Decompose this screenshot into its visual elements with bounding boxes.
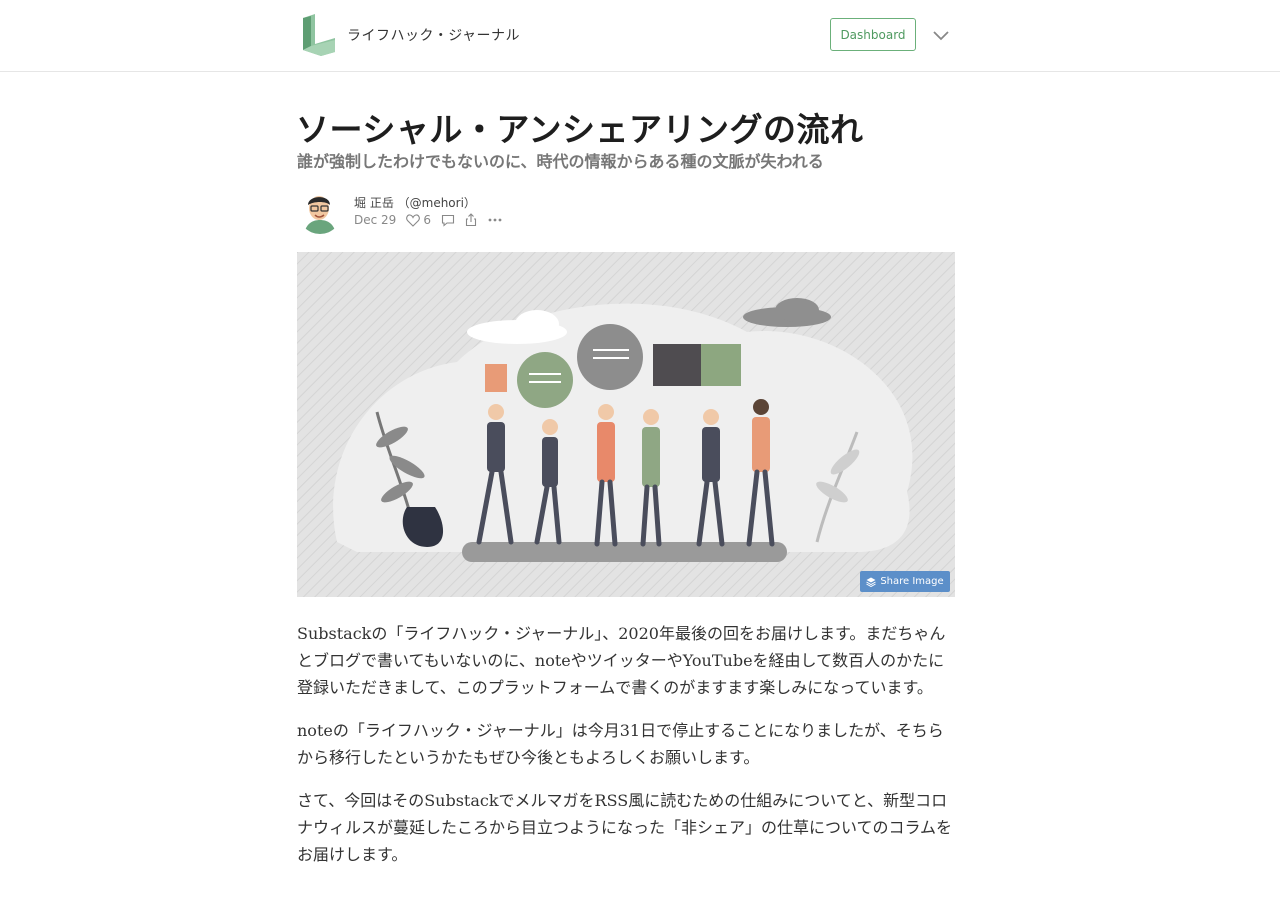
article-subtitle: 誰が強制したわけでもないのに、時代の情報からある種の文脈が失われる — [297, 152, 824, 171]
author-avatar[interactable] — [298, 190, 342, 234]
post-meta: Dec 29 6 — [354, 211, 513, 229]
like-count: 6 — [423, 213, 431, 227]
like-button[interactable]: 6 — [406, 213, 431, 227]
share-button[interactable] — [465, 213, 477, 227]
share-icon — [465, 213, 477, 227]
more-icon — [488, 218, 502, 222]
layers-icon — [866, 577, 877, 587]
share-image-button[interactable]: Share Image — [860, 571, 950, 592]
paragraph: Substackの「ライフハック・ジャーナル」、2020年最後の回をお届けします… — [297, 624, 946, 697]
top-bar: ライフハック・ジャーナル Dashboard — [0, 0, 1280, 72]
article-title: ソーシャル・アンシェアリングの流れ — [296, 110, 864, 149]
hero-image — [297, 252, 955, 597]
post-date: Dec 29 — [354, 213, 397, 227]
comment-button[interactable] — [441, 214, 455, 227]
author-name[interactable]: 堀 正岳 （@mehori） — [354, 194, 476, 211]
publication-name[interactable]: ライフハック・ジャーナル — [347, 25, 520, 45]
dashboard-button[interactable]: Dashboard — [830, 18, 916, 51]
heart-icon — [406, 213, 421, 227]
more-button[interactable] — [487, 217, 503, 223]
paragraph: noteの「ライフハック・ジャーナル」は今月31日で停止することになりましたが、… — [297, 721, 944, 767]
paragraph: さて、今回はそのSubstackでメルマガをRSS風に読むための仕組みについてと… — [297, 791, 953, 864]
logo-icon[interactable] — [301, 14, 337, 56]
chevron-down-icon[interactable] — [932, 28, 950, 42]
comment-icon — [441, 214, 455, 227]
article-body: Substackの「ライフハック・ジャーナル」、2020年最後の回をお届けします… — [297, 620, 957, 884]
share-image-label: Share Image — [880, 576, 944, 587]
